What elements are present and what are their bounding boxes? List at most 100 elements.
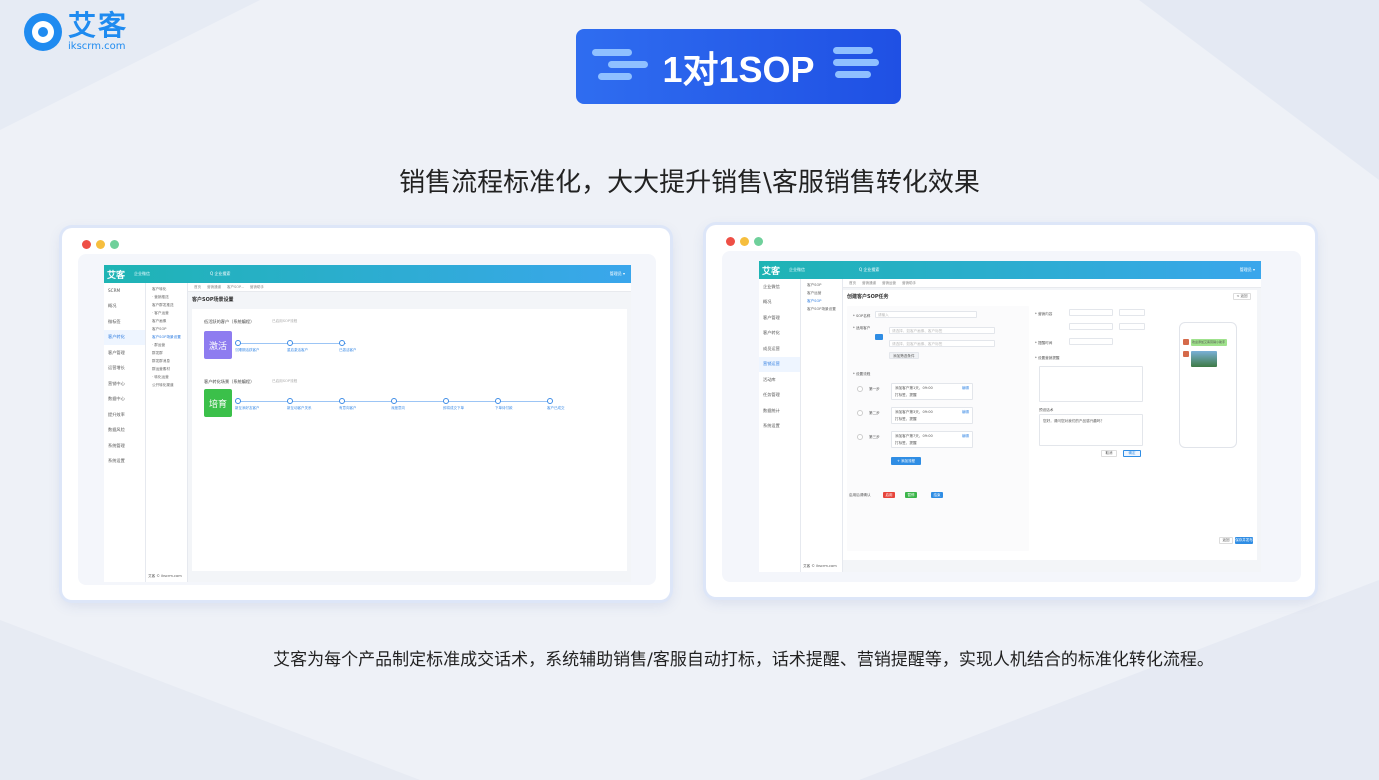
add-step-button[interactable]: + 添加流程	[891, 457, 921, 465]
step-edit-link[interactable]: 编辑	[962, 434, 969, 439]
sidebar-item[interactable]: 活动库	[759, 372, 800, 388]
back-button[interactable]: < 返回	[1233, 293, 1251, 300]
tab[interactable]: 营销通道	[207, 285, 221, 290]
sub-sidebar-item[interactable]: 客户画像	[146, 319, 187, 327]
app-logo: 艾客	[107, 271, 126, 281]
sidebar-item[interactable]: 概况	[104, 299, 145, 315]
flow-node[interactable]	[339, 340, 345, 346]
reply-text: 您好，请问您对我们的产品感兴趣吗？	[1043, 419, 1105, 423]
sub-sidebar-item[interactable]: 客户SOP	[801, 283, 842, 291]
flow-node[interactable]	[287, 398, 293, 404]
flow-node[interactable]	[235, 398, 241, 404]
app-user-menu[interactable]: 管理员 ▾	[610, 271, 625, 277]
sidebar-item[interactable]: 数据风险	[104, 423, 145, 439]
sidebar-item[interactable]: 提升效率	[104, 407, 145, 423]
page-title: 客户SOP场景设置	[192, 297, 234, 303]
sub-sidebar-item[interactable]: · 转化运营	[146, 375, 187, 383]
sub-sidebar-item[interactable]: 客户SOP场景设置	[146, 335, 187, 343]
sub-sidebar-item[interactable]: · 营销推送	[146, 295, 187, 303]
status-tag[interactable]: 结束	[931, 492, 943, 498]
stripe-decor	[835, 71, 871, 78]
sub-sidebar-item[interactable]: · 群运营	[146, 343, 187, 351]
sub-sidebar-item[interactable]: 群发群消息	[146, 359, 187, 367]
app-topbar: 艾客 企业微信 Q 企业搜索 管理员 ▾	[104, 265, 631, 283]
tab[interactable]: 首页	[194, 285, 201, 290]
flow-node[interactable]	[547, 398, 553, 404]
app-user-menu[interactable]: 管理员 ▾	[1240, 267, 1255, 273]
sub-sidebar-item[interactable]: 客户SOP	[801, 299, 842, 307]
status-tag[interactable]: 暂停	[905, 492, 917, 498]
sidebar-item[interactable]: SCRM	[104, 283, 145, 299]
stripe-decor	[833, 47, 873, 54]
step-card[interactable]: 添加客户第7天，09:00 打标签，提醒 编辑	[891, 431, 973, 448]
sub-sidebar-item[interactable]: 客户SOP	[146, 327, 187, 335]
message-editor[interactable]	[1039, 366, 1143, 402]
sidebar-item[interactable]: 营销运营	[759, 356, 800, 372]
tab[interactable]: 客户SOP...	[227, 285, 244, 290]
sub-sidebar-item[interactable]: 客户SOP场景设置	[801, 307, 842, 315]
step-edit-link[interactable]: 编辑	[962, 386, 969, 391]
step-card[interactable]: 添加客户第3天，09:00 打标签，提醒 编辑	[891, 407, 973, 424]
sidebar-item[interactable]: 数据统计	[759, 403, 800, 419]
sub-sidebar-item[interactable]: 客户群发推送	[146, 303, 187, 311]
target-select-2[interactable]: 请选择，如客户画像、客户标签	[889, 340, 995, 347]
tab[interactable]: 营销助手	[902, 281, 916, 286]
flow-node[interactable]	[339, 398, 345, 404]
content-select[interactable]	[1069, 323, 1113, 330]
target-select-1[interactable]: 请选择，如客户画像、客户标签	[889, 327, 995, 334]
remind-time-select[interactable]	[1069, 338, 1113, 345]
flow-node[interactable]	[495, 398, 501, 404]
tab[interactable]: 首页	[849, 281, 856, 286]
sub-sidebar-item[interactable]: 客户运营	[801, 291, 842, 299]
tab[interactable]: 营销助手	[250, 285, 264, 290]
content-select[interactable]	[1119, 309, 1145, 316]
app-search[interactable]: Q 企业搜索	[859, 267, 879, 273]
flow-node[interactable]	[443, 398, 449, 404]
bg-shape	[859, 580, 1379, 780]
content-select[interactable]	[1119, 323, 1145, 330]
app-sidebar: SCRM 概况 微标签 客户转化 客户管理 运营增长 营销中心 数据中心 提升效…	[104, 283, 146, 582]
sidebar-item[interactable]: 概况	[759, 295, 800, 311]
phone-preview: 欢迎添加艾客营销小助手	[1179, 322, 1237, 448]
app-sidebar: 企业微信 概况 客户管理 客户转化 成员运营 营销运营 活动库 任务管理 数据统…	[759, 279, 801, 572]
sub-sidebar-item[interactable]: 群发群	[146, 351, 187, 359]
sidebar-item[interactable]: 任务管理	[759, 388, 800, 404]
sidebar-item[interactable]: 运营增长	[104, 361, 145, 377]
confirm-button[interactable]: 确定	[1123, 450, 1141, 457]
sub-sidebar-item[interactable]: 群运营素材	[146, 367, 187, 375]
sop-name-input[interactable]: 请输入	[875, 311, 977, 318]
sub-sidebar-item[interactable]: 公开转化渠道	[146, 383, 187, 391]
sidebar-item[interactable]: 系统设置	[759, 419, 800, 435]
flow-node[interactable]	[287, 340, 293, 346]
sub-sidebar-item[interactable]: 客户转化	[146, 287, 187, 295]
step-edit-link[interactable]: 编辑	[962, 410, 969, 415]
sub-sidebar-item[interactable]: · 客户运营	[146, 311, 187, 319]
flow-node[interactable]	[391, 398, 397, 404]
tab[interactable]: 营销运营	[882, 281, 896, 286]
sidebar-item[interactable]: 客户转化	[104, 329, 145, 345]
cancel-button[interactable]: 取消	[1101, 450, 1117, 457]
app-sub-sidebar: 客户转化 · 营销推送 客户群发推送 · 客户运营 客户画像 客户SOP 客户S…	[146, 283, 188, 582]
sidebar-item[interactable]: 客户管理	[104, 345, 145, 361]
add-condition-button[interactable]: 添加筛选条件	[889, 352, 919, 359]
app-search[interactable]: Q 企业搜索	[210, 271, 230, 277]
sidebar-item[interactable]: 企业微信	[759, 279, 800, 295]
content-select[interactable]	[1069, 309, 1113, 316]
sidebar-item[interactable]: 系统设置	[104, 454, 145, 470]
sidebar-item[interactable]: 客户转化	[759, 326, 800, 342]
flow-node[interactable]	[235, 340, 241, 346]
status-tag[interactable]: 启用	[883, 492, 895, 498]
save-publish-button[interactable]: 保存并发布	[1235, 537, 1253, 544]
reply-editor[interactable]: 您好，请问您对我们的产品感兴趣吗？	[1039, 414, 1143, 446]
sidebar-item[interactable]: 客户管理	[759, 310, 800, 326]
step-card[interactable]: 添加客户第1天，09:00 打标签，提醒 编辑	[891, 383, 973, 400]
app-tabs: 首页 营销通道 营销运营 营销助手	[843, 279, 1261, 288]
tab[interactable]: 营销通道	[862, 281, 876, 286]
return-button[interactable]: 返回	[1219, 537, 1233, 544]
sidebar-item[interactable]: 微标签	[104, 314, 145, 330]
sidebar-item[interactable]: 营销中心	[104, 376, 145, 392]
sidebar-item[interactable]: 数据中心	[104, 392, 145, 408]
target-toggle[interactable]	[875, 334, 883, 340]
sidebar-item[interactable]: 成员运营	[759, 341, 800, 357]
sidebar-item[interactable]: 系统管理	[104, 438, 145, 454]
